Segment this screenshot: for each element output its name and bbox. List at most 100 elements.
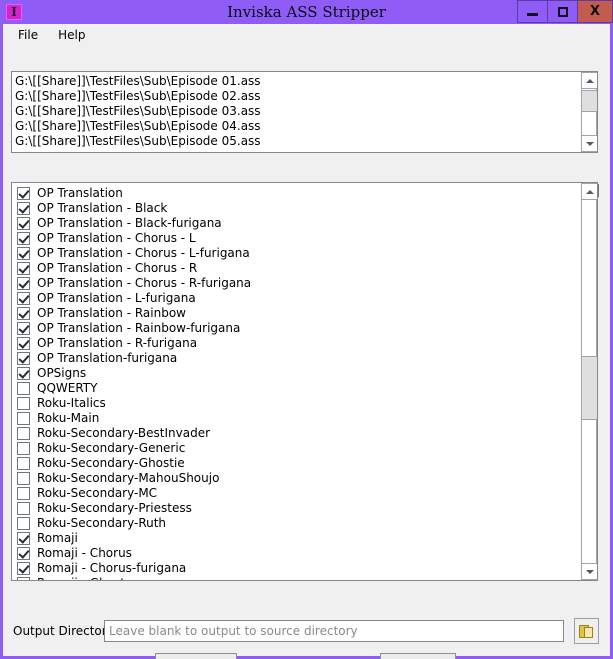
style-checkbox[interactable] xyxy=(17,307,30,320)
style-checkbox[interactable] xyxy=(17,217,30,230)
menu-item-help[interactable]: Help xyxy=(48,25,95,45)
style-checkbox[interactable] xyxy=(17,562,30,575)
style-list-item[interactable]: OP Translation - Black xyxy=(16,201,580,216)
files-added-list-inner: G:\[[Share]]\TestFiles\Sub\Episode 01.as… xyxy=(12,72,580,152)
file-list-item[interactable]: G:\[[Share]]\TestFiles\Sub\Episode 04.as… xyxy=(15,119,580,134)
files-scroll-down-button[interactable] xyxy=(581,135,597,152)
style-checkbox[interactable] xyxy=(17,532,30,545)
style-list-item[interactable]: OP Translation - Chorus - L-furigana xyxy=(16,246,580,261)
style-checkbox[interactable] xyxy=(17,457,30,470)
chevron-up-icon xyxy=(585,189,594,194)
style-checkbox[interactable] xyxy=(17,337,30,350)
style-label: Roku-Secondary-Ghostie xyxy=(37,456,185,470)
style-list-item[interactable]: OP Translation - Chorus - R xyxy=(16,261,580,276)
style-label: OPSigns xyxy=(37,366,87,380)
files-scrollbar-thumb[interactable] xyxy=(581,90,597,112)
style-list-item[interactable]: QQWERTY xyxy=(16,381,580,396)
style-checkbox[interactable] xyxy=(17,472,30,485)
menu-bar: File Help xyxy=(3,24,610,46)
style-checkbox[interactable] xyxy=(17,382,30,395)
style-list-item[interactable]: OP Translation - Chorus - L xyxy=(16,231,580,246)
files-scroll-up-button[interactable] xyxy=(581,72,597,89)
files-scrollbar[interactable] xyxy=(580,72,597,152)
style-list-item[interactable]: Roku-Italics xyxy=(16,396,580,411)
styles-scroll-up-button[interactable] xyxy=(581,183,597,200)
style-checkbox[interactable] xyxy=(17,322,30,335)
style-checkbox[interactable] xyxy=(17,487,30,500)
styles-scrollbar-thumb[interactable] xyxy=(581,356,597,420)
style-list-item[interactable]: Roku-Main xyxy=(16,411,580,426)
style-checkbox[interactable] xyxy=(17,202,30,215)
style-checkbox[interactable] xyxy=(17,352,30,365)
style-list-item[interactable]: Romaji - Chorus xyxy=(16,546,580,561)
style-label: Roku-Secondary-Generic xyxy=(37,441,186,455)
style-checkbox[interactable] xyxy=(17,277,30,290)
styles-list[interactable]: OP Translation OP Translation - Black OP T… xyxy=(11,182,598,581)
style-label: OP Translation - Chorus - L-furigana xyxy=(37,246,250,260)
style-label: Roku-Italics xyxy=(37,396,106,410)
style-list-item[interactable]: Roku-Secondary-BestInvader xyxy=(16,426,580,441)
style-checkbox[interactable] xyxy=(17,397,30,410)
files-added-list[interactable]: G:\[[Share]]\TestFiles\Sub\Episode 01.as… xyxy=(11,71,598,153)
style-checkbox[interactable] xyxy=(17,427,30,440)
style-list-item[interactable]: Romaji - Chorus-furigana xyxy=(16,561,580,576)
style-list-item[interactable]: OP Translation - Black-furigana xyxy=(16,216,580,231)
style-checkbox[interactable] xyxy=(17,412,30,425)
menu-item-file[interactable]: File xyxy=(8,25,48,45)
style-label: OP Translation - Rainbow xyxy=(37,306,186,320)
style-label: Romaji - Chorus-furigana xyxy=(37,561,187,575)
output-directory-input[interactable] xyxy=(104,620,564,642)
file-list-item[interactable]: G:\[[Share]]\TestFiles\Sub\Episode 05.as… xyxy=(15,134,580,149)
chevron-down-icon xyxy=(585,141,594,146)
style-checkbox[interactable] xyxy=(17,292,30,305)
style-list-item[interactable]: Roku-Secondary-Ruth xyxy=(16,516,580,531)
style-list-item[interactable]: OP Translation - Rainbow xyxy=(16,306,580,321)
style-list-item[interactable]: Roku-Secondary-Ghostie xyxy=(16,456,580,471)
minimize-button[interactable] xyxy=(517,0,547,23)
begin-button[interactable]: Begin xyxy=(380,653,456,659)
application-window: I Inviska ASS Stripper X File Help Files… xyxy=(0,0,613,659)
browse-directory-button[interactable] xyxy=(574,618,599,644)
style-list-item[interactable]: OP Translation - Rainbow-furigana xyxy=(16,321,580,336)
style-list-item[interactable]: Roku-Secondary-MahouShoujo xyxy=(16,471,580,486)
style-label: OP Translation - Black xyxy=(37,201,168,215)
style-list-item[interactable]: Roku-Secondary-Generic xyxy=(16,441,580,456)
style-checkbox[interactable] xyxy=(17,577,30,580)
file-list-item[interactable]: G:\[[Share]]\TestFiles\Sub\Episode 01.as… xyxy=(15,74,580,89)
style-list-item[interactable]: OP Translation xyxy=(16,186,580,201)
maximize-icon xyxy=(557,6,568,17)
close-button[interactable]: X xyxy=(577,0,613,23)
style-checkbox[interactable] xyxy=(17,547,30,560)
style-checkbox[interactable] xyxy=(17,502,30,515)
style-checkbox[interactable] xyxy=(17,262,30,275)
style-list-item[interactable]: OP Translation - Chorus - R-furigana xyxy=(16,276,580,291)
style-checkbox[interactable] xyxy=(17,442,30,455)
style-list-item[interactable]: Roku-Secondary-Priestess xyxy=(16,501,580,516)
folder-icon xyxy=(579,624,594,638)
clear-list-button[interactable]: Clear List xyxy=(155,653,237,659)
style-list-item[interactable]: OP Translation-furigana xyxy=(16,351,580,366)
style-checkbox[interactable] xyxy=(17,187,30,200)
close-icon: X xyxy=(589,4,601,19)
styles-scroll-down-button[interactable] xyxy=(581,563,597,580)
style-checkbox[interactable] xyxy=(17,367,30,380)
style-checkbox[interactable] xyxy=(17,517,30,530)
style-checkbox[interactable] xyxy=(17,247,30,260)
styles-scrollbar[interactable] xyxy=(580,183,597,580)
title-bar: I Inviska ASS Stripper X xyxy=(0,0,613,24)
maximize-button[interactable] xyxy=(547,0,577,23)
style-list-item[interactable]: Romaji xyxy=(16,531,580,546)
style-list-item[interactable]: OPSigns xyxy=(16,366,580,381)
style-label: OP Translation - Chorus - R xyxy=(37,261,198,275)
file-list-item[interactable]: G:\[[Share]]\TestFiles\Sub\Episode 03.as… xyxy=(15,104,580,119)
style-checkbox[interactable] xyxy=(17,232,30,245)
style-list-item[interactable]: OP Translation - L-furigana xyxy=(16,291,580,306)
style-list-item[interactable]: OP Translation - R-furigana xyxy=(16,336,580,351)
chevron-down-icon xyxy=(585,569,594,574)
file-list-item[interactable]: G:\[[Share]]\TestFiles\Sub\Episode 02.as… xyxy=(15,89,580,104)
style-label: OP Translation - L-furigana xyxy=(37,291,196,305)
style-list-item[interactable]: Roku-Secondary-MC xyxy=(16,486,580,501)
style-label: OP Translation - R-furigana xyxy=(37,336,198,350)
style-label: Roku-Main xyxy=(37,411,100,425)
style-list-item[interactable]: Romaji - Ghost xyxy=(16,576,580,580)
